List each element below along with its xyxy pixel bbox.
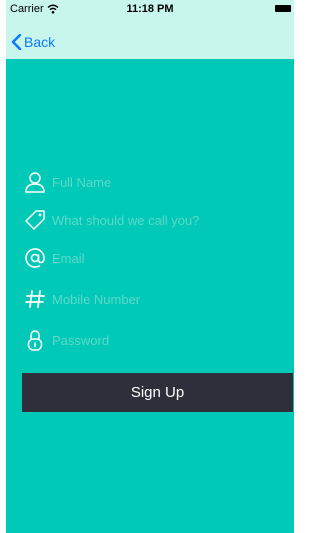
- email-input[interactable]: [52, 248, 274, 268]
- password-input[interactable]: [52, 330, 274, 350]
- app-screen: Carrier 11:18 PM Back Full Name What sho…: [6, 0, 294, 533]
- status-time: 11:18 PM: [126, 3, 174, 15]
- lock-icon: [24, 329, 46, 351]
- mobile-number-input[interactable]: [52, 289, 274, 309]
- status-bar: Carrier 11:18 PM: [6, 0, 294, 20]
- full-name-input[interactable]: [52, 172, 274, 192]
- back-label: Back: [24, 34, 56, 50]
- navigation-bar: Carrier 11:18 PM Back: [6, 0, 294, 59]
- email-field: [24, 245, 274, 271]
- password-field: [24, 327, 274, 353]
- at-icon: [24, 247, 46, 269]
- hash-icon: [24, 288, 46, 310]
- battery-icon: [275, 5, 291, 12]
- sign-up-button[interactable]: Sign Up: [22, 373, 293, 412]
- mobile-number-field: [24, 286, 274, 312]
- full-name-field: [24, 169, 274, 195]
- back-button[interactable]: Back: [11, 31, 55, 53]
- person-icon: [24, 171, 46, 193]
- chevron-left-icon: [11, 34, 22, 50]
